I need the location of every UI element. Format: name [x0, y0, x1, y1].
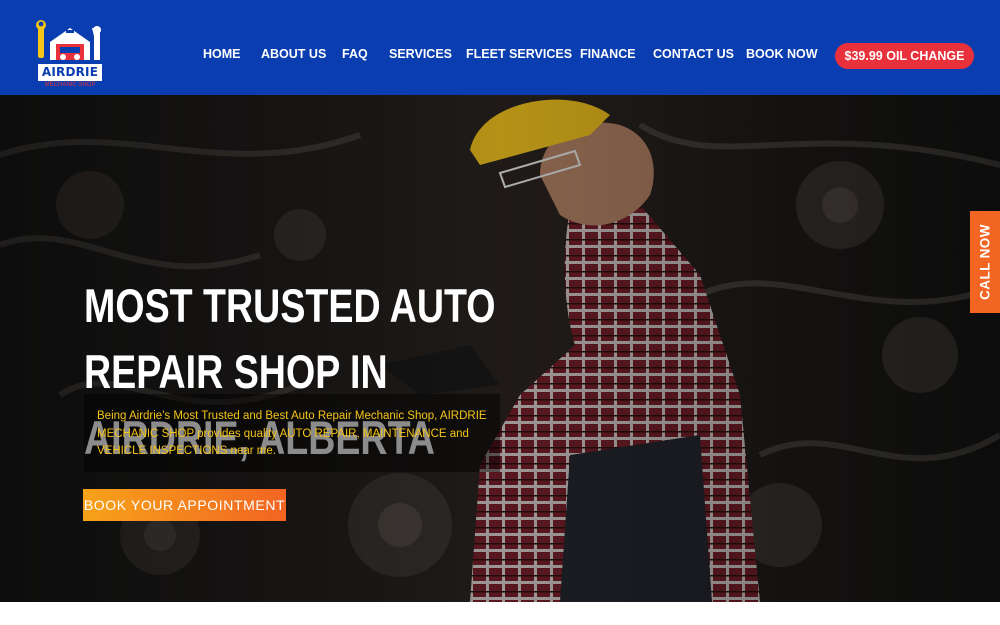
call-now-tab[interactable]: CALL NOW [970, 211, 1000, 313]
nav-services[interactable]: SERVICES [389, 47, 452, 61]
hero-section: MOST TRUSTED AUTO REPAIR SHOP IN AIRDRIE, … [0, 95, 1000, 602]
brand-logo[interactable]: AIRDRIE MECHANIC SHOP [36, 20, 104, 90]
logo-wordmark: AIRDRIE [38, 64, 102, 81]
nav-faq[interactable]: FAQ [342, 47, 368, 61]
oil-change-button[interactable]: $39.99 OIL CHANGE [835, 43, 974, 69]
call-now-label: CALL NOW [977, 224, 993, 300]
hero-description: Being Airdrie's Most Trusted and Best Au… [84, 394, 500, 472]
hero-title-line-1: MOST TRUSTED AUTO [84, 279, 496, 332]
nav-contact-us[interactable]: CONTACT US [653, 47, 734, 61]
nav-fleet-services[interactable]: FLEET SERVICES [466, 47, 572, 61]
hero-description-line-2: MECHANIC SHOP provides quality AUTO REPA… [97, 427, 469, 440]
wrench-garage-logo-icon [36, 20, 101, 60]
site-header: AIRDRIE MECHANIC SHOP HOME ABOUT US FAQ … [0, 0, 1000, 95]
nav-finance[interactable]: FINANCE [580, 47, 636, 61]
logo-subtitle: MECHANIC SHOP [44, 82, 96, 88]
nav-book-now[interactable]: BOOK NOW [746, 47, 818, 61]
nav-home[interactable]: HOME [203, 47, 241, 61]
hero-description-line-1: Being Airdrie's Most Trusted and Best Au… [97, 410, 487, 422]
book-appointment-button[interactable]: BOOK YOUR APPOINTMENT [83, 489, 286, 521]
nav-about-us[interactable]: ABOUT US [261, 47, 326, 61]
hero-description-line-3: VEHICLE INSPECTIONS near me. [97, 445, 276, 457]
hero-title-line-2: REPAIR SHOP IN [84, 345, 388, 398]
